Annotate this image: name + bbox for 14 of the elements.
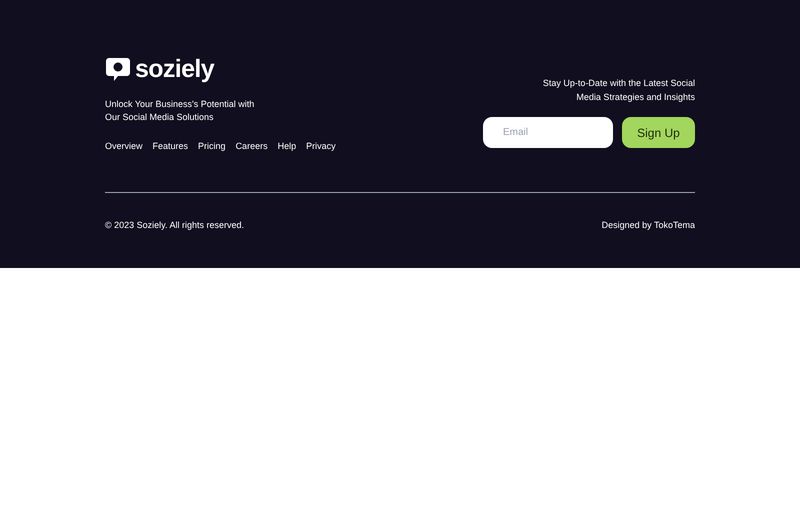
nav-link[interactable]: Features (152, 140, 188, 154)
sign-up-button[interactable]: Sign Up (622, 117, 695, 148)
nav-link[interactable]: Help (278, 140, 296, 154)
copyright-text: © 2023 Soziely. All rights reserved. (105, 218, 244, 232)
email-field[interactable]: Email (483, 117, 613, 148)
tagline: Unlock Your Business's Potential with Our Social Media Solutions (105, 98, 256, 124)
nav-link[interactable]: Pricing (198, 140, 226, 154)
chat-bubble-logo-icon (105, 57, 131, 82)
credit-text: Designed by TokoTema (602, 218, 695, 232)
newsletter-heading: Stay Up-to-Date with the Latest Social Media Strategies and Insights (542, 77, 695, 104)
brand-name: soziely (135, 57, 214, 82)
nav-link[interactable]: Privacy (306, 140, 336, 154)
nav-link[interactable]: Overview (105, 140, 143, 154)
nav-link[interactable]: Careers (236, 140, 268, 154)
